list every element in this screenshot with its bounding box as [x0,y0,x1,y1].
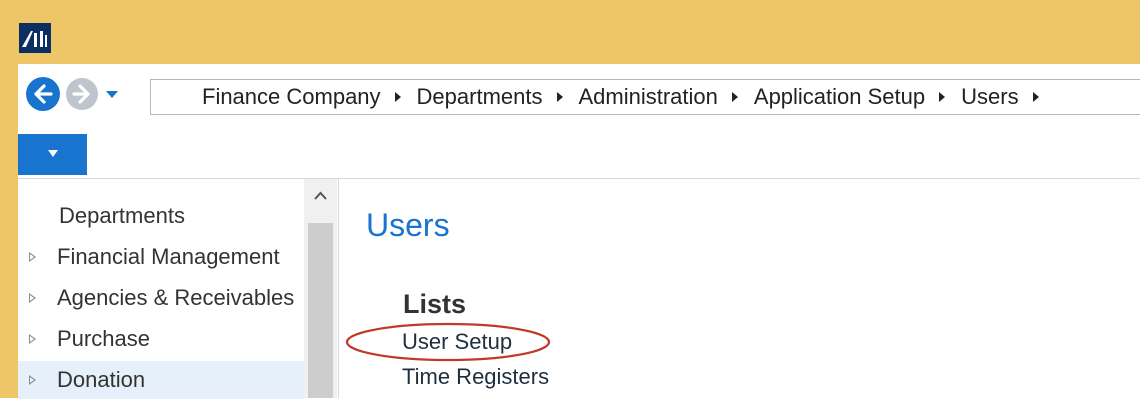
breadcrumb-separator-icon[interactable] [731,92,738,102]
breadcrumb-separator-icon[interactable] [394,92,401,102]
history-dropdown-icon [106,91,118,98]
breadcrumb[interactable]: Finance Company Departments Administrati… [150,79,1140,115]
breadcrumb-finance-company[interactable]: Finance Company [202,84,381,110]
breadcrumb-administration[interactable]: Administration [579,84,718,110]
scroll-up-icon [314,191,327,200]
ribbon [18,134,1140,179]
expand-triangle-icon[interactable] [29,293,36,303]
forward-arrow-icon [72,84,90,104]
window-frame [0,64,18,398]
breadcrumb-users[interactable]: Users [961,84,1018,110]
scrollbar-thumb[interactable] [308,223,333,398]
link-time-registers[interactable]: Time Registers [402,364,549,390]
expand-triangle-icon[interactable] [29,375,36,385]
sidebar-item-label: Purchase [57,326,150,351]
breadcrumb-separator-icon[interactable] [556,92,563,102]
navigation-pane-title: Departments [59,203,185,228]
breadcrumb-separator-icon[interactable] [1032,92,1039,102]
link-user-setup[interactable]: User Setup [402,329,512,355]
sidebar-item-donation[interactable]: Donation [18,361,304,399]
breadcrumb-separator-icon[interactable] [939,92,946,102]
sidebar-item-financial-management[interactable]: Financial Management [18,238,304,276]
ribbon-toggle-icon [48,150,58,157]
sidebar-item-label: Donation [57,367,146,392]
scroll-up-button[interactable] [304,183,337,211]
sidebar-item-label: Agencies & Receivables [57,285,295,310]
page-title: Users [366,207,450,243]
navigation-pane: Departments Financial Management Agencie… [18,179,339,399]
ribbon-toggle-button[interactable] [18,134,87,175]
navigation-pane-scrollbar[interactable] [304,179,337,398]
navigation-bar: Finance Company Departments Administrati… [18,64,1140,134]
breadcrumb-departments[interactable]: Departments [417,84,543,110]
expand-triangle-icon[interactable] [29,252,36,262]
expand-triangle-icon[interactable] [29,334,36,344]
sidebar-item-label: Financial Management [57,244,280,269]
history-dropdown-button[interactable] [100,82,124,106]
back-arrow-icon [34,84,53,104]
breadcrumb-application-setup[interactable]: Application Setup [754,84,925,110]
back-button[interactable] [26,77,60,111]
section-heading-lists: Lists [403,289,467,319]
content-area: Users Lists User Setup Time Registers [339,179,1140,398]
title-bar [0,0,1140,64]
sidebar-item-purchase[interactable]: Purchase [18,320,304,358]
forward-button[interactable] [66,78,98,110]
app-logo-icon [19,23,51,53]
sidebar-item-agencies-receivables[interactable]: Agencies & Receivables [18,279,304,317]
